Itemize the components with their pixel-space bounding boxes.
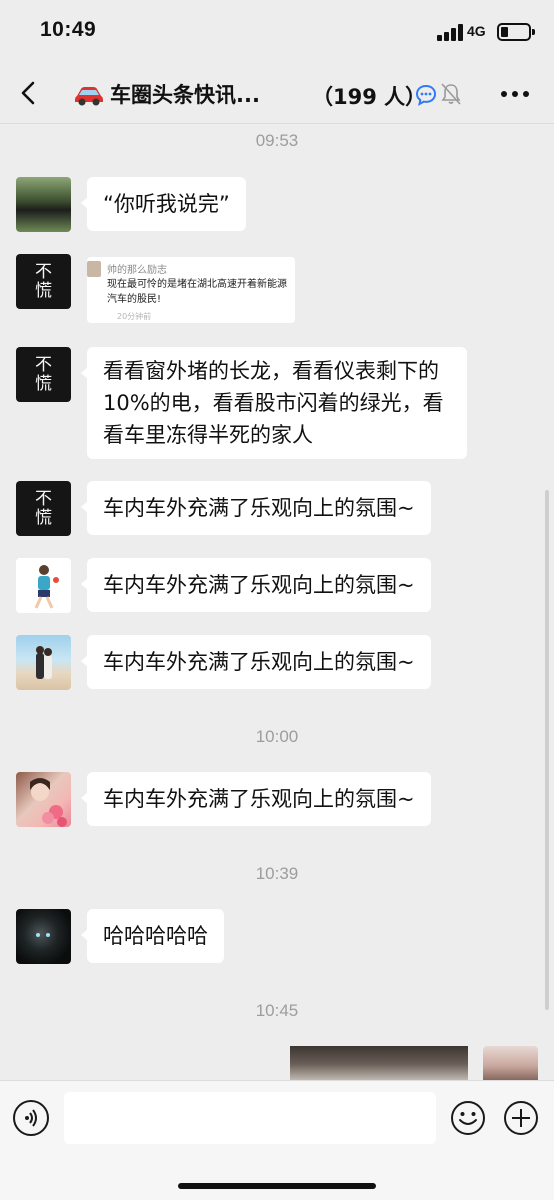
card-time: 20分钟前 (117, 312, 152, 321)
outgoing-image-message[interactable] (290, 1046, 468, 1080)
member-count: （199 人） (312, 85, 427, 109)
chat-header: 车圈头条快讯... （199 人） (0, 62, 554, 124)
self-avatar[interactable] (483, 1046, 538, 1080)
avatar[interactable]: 不 慌 (16, 254, 71, 309)
status-time: 10:49 (40, 18, 97, 41)
message-bubble[interactable]: 车内车外充满了乐观向上的氛围~ (81, 635, 431, 689)
avatar[interactable] (16, 772, 71, 827)
scrollbar[interactable] (545, 490, 549, 1010)
message-input[interactable] (64, 1092, 436, 1144)
message-bubble[interactable]: 看看窗外堵的长龙，看看仪表剩下的10%的电，看看股市闪着的绿光，看看车里冻得半死… (81, 347, 467, 459)
runner-avatar-image (34, 565, 59, 609)
more-dots-icon[interactable] (501, 91, 531, 99)
cellular-signal-icon (437, 24, 463, 41)
shared-post-card[interactable]: 帅的那么励志 现在最可怜的是堵在湖北高速开着新能源汽车的股民! 20分钟前 (87, 257, 295, 323)
group-name: 车圈头条快讯... (110, 83, 260, 107)
avatar[interactable] (16, 177, 71, 232)
plus-icon[interactable] (503, 1100, 539, 1136)
back-chevron-icon[interactable] (18, 79, 42, 107)
chat-title[interactable]: 车圈头条快讯... (74, 79, 260, 109)
status-bar: 10:49 4G (0, 0, 554, 62)
message-bubble[interactable]: 车内车外充满了乐观向上的氛围~ (81, 481, 431, 535)
chat-status-icon[interactable] (414, 83, 438, 107)
battery-icon (497, 23, 535, 41)
couple-avatar-image (36, 646, 52, 679)
timestamp: 10:00 (255, 727, 299, 746)
woman-flowers-avatar-image (30, 778, 67, 827)
message-bubble[interactable]: 哈哈哈哈哈 (81, 909, 224, 963)
home-indicator[interactable] (178, 1183, 376, 1189)
avatar[interactable] (16, 558, 71, 613)
timestamp: 10:45 (255, 1001, 299, 1020)
voice-icon[interactable] (13, 1100, 49, 1136)
message-bubble[interactable]: “你听我说完” (81, 177, 246, 231)
dark-creature-avatar-image (36, 933, 50, 937)
message-list[interactable]: 09:53 “你听我说完” 不 慌 帅的那么励志 现在最可怜的是堵在湖北高速开着… (0, 125, 554, 1080)
avatar[interactable]: 不 慌 (16, 347, 71, 402)
card-avatar (87, 261, 101, 277)
avatar[interactable] (16, 909, 71, 964)
message-bubble[interactable]: 车内车外充满了乐观向上的氛围~ (81, 558, 431, 612)
emoji-icon[interactable] (450, 1100, 486, 1136)
avatar[interactable]: 不 慌 (16, 481, 71, 536)
timestamp: 09:53 (255, 131, 299, 150)
timestamp: 10:39 (255, 864, 299, 883)
message-bubble[interactable]: 车内车外充满了乐观向上的氛围~ (81, 772, 431, 826)
mute-bell-icon (441, 83, 461, 105)
input-bar (0, 1080, 554, 1200)
card-sender: 帅的那么励志 (107, 265, 167, 276)
card-text: 现在最可怜的是堵在湖北高速开着新能源汽车的股民! (107, 279, 287, 305)
car-icon (75, 87, 103, 106)
avatar[interactable] (16, 635, 71, 690)
network-type: 4G (467, 23, 486, 39)
